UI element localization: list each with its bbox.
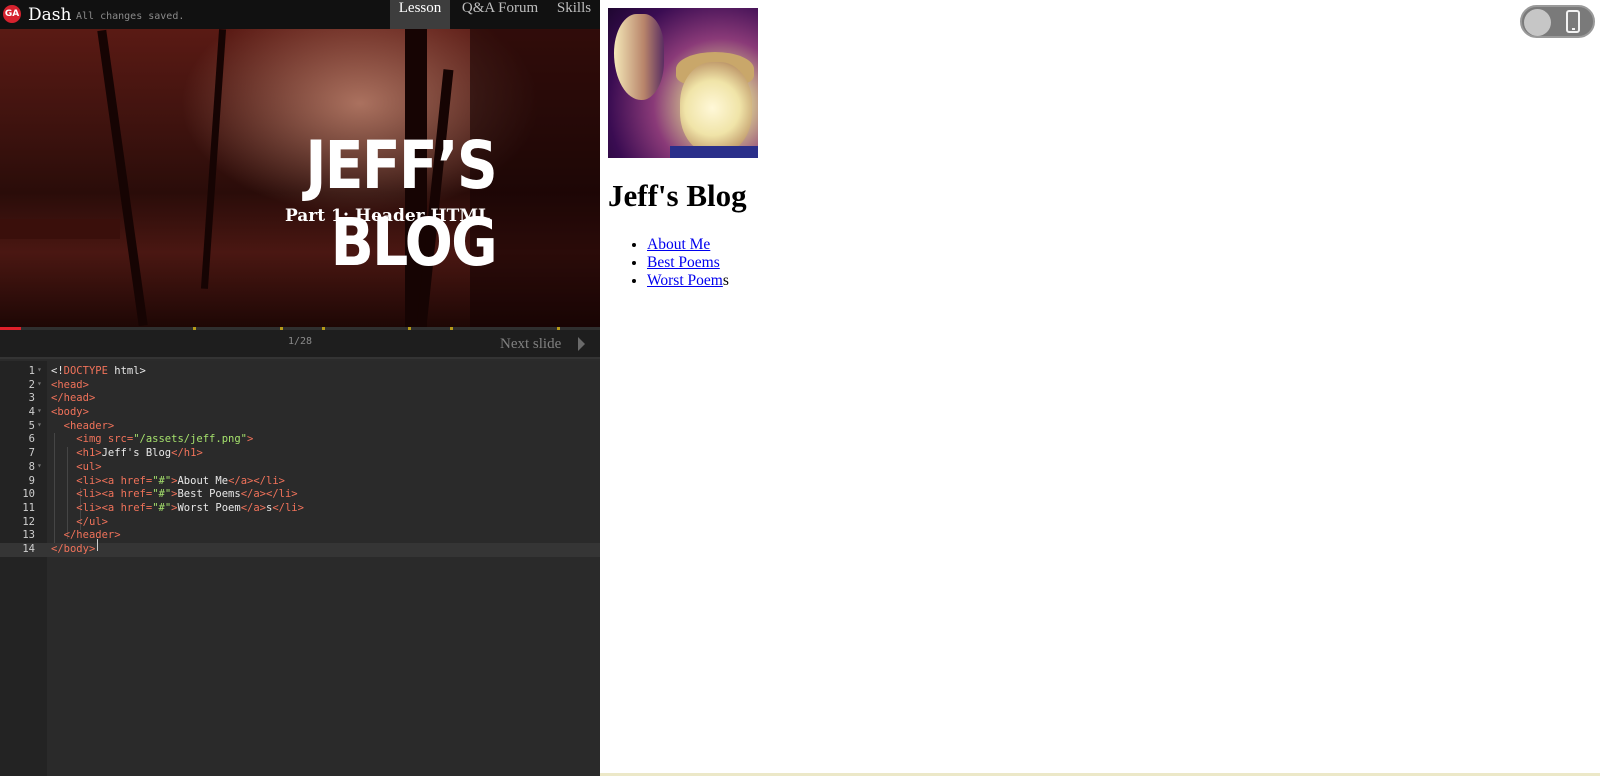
code-text[interactable]: </body> — [51, 543, 95, 555]
progress-marker — [557, 327, 560, 330]
slide-background-tree — [97, 29, 148, 327]
code-text[interactable]: </header> — [51, 529, 121, 541]
code-line[interactable]: 7 <h1>Jeff's Blog</h1> — [0, 447, 600, 461]
fold-arrow-icon[interactable]: ▾ — [37, 420, 42, 429]
code-text[interactable]: <img src="/assets/jeff.png"> — [51, 433, 253, 445]
nav-item-about-me: About Me — [647, 236, 729, 254]
worst-poems-link[interactable]: Worst Poem — [647, 272, 723, 289]
code-line[interactable]: 2 ▾ <head> — [0, 379, 600, 393]
progress-marker — [322, 327, 325, 330]
jeff-photo — [608, 8, 758, 158]
code-line[interactable]: 6 <img src="/assets/jeff.png"> — [0, 433, 600, 447]
tab-qa-forum[interactable]: Q&A Forum — [458, 0, 542, 29]
code-line[interactable]: 9 <li><a href="#">About Me</a></li> — [0, 475, 600, 489]
code-text[interactable]: </ul> — [51, 516, 108, 528]
code-text[interactable]: </head> — [51, 392, 95, 404]
code-line[interactable]: 3 </head> — [0, 392, 600, 406]
preview-heading: Jeff's Blog — [608, 178, 747, 213]
code-text[interactable]: <body> — [51, 406, 89, 418]
line-number: 8 — [28, 460, 35, 473]
slide-subtitle: Part 1: Header HTML — [284, 206, 490, 226]
progress-marker — [408, 327, 411, 330]
device-preview-toggle[interactable] — [1520, 5, 1595, 38]
line-number: 7 — [28, 447, 35, 460]
line-number: 11 — [22, 501, 35, 514]
app-title: Dash — [28, 5, 72, 25]
code-text[interactable]: <li><a href="#">About Me</a></li> — [51, 475, 285, 487]
code-text[interactable]: <header> — [51, 420, 115, 432]
line-number: 14 — [22, 542, 35, 555]
photo-face-profile — [614, 14, 664, 100]
code-text[interactable]: <li><a href="#">Best Poems</a></li> — [51, 488, 297, 500]
code-text[interactable]: <ul> — [51, 461, 101, 473]
tab-skills[interactable]: Skills — [552, 0, 596, 29]
progress-marker — [450, 327, 453, 330]
top-bar: GA Dash All changes saved. Lesson Q&A Fo… — [0, 0, 600, 29]
line-number: 12 — [22, 515, 35, 528]
code-text[interactable]: <h1>Jeff's Blog</h1> — [51, 447, 202, 459]
photo-face-smiling — [680, 62, 752, 154]
line-number: 3 — [28, 392, 35, 405]
code-line[interactable]: 10 <li><a href="#">Best Poems</a></li> — [0, 488, 600, 502]
next-slide-button[interactable]: Next slide — [500, 336, 561, 353]
slide-title: JEFF’S BLOG — [305, 127, 497, 281]
code-line[interactable]: 4 ▾ <body> — [0, 406, 600, 420]
line-number: 1 — [28, 365, 35, 377]
code-line[interactable]: 11 <li><a href="#">Worst Poem</a>s</li> — [0, 502, 600, 516]
preview-nav-list: About Me Best Poems Worst Poems — [647, 236, 729, 290]
line-number: 4 — [28, 406, 35, 419]
code-line[interactable]: 1 ▾ <!DOCTYPE html> — [0, 365, 600, 379]
nav-item-best-poems: Best Poems — [647, 254, 729, 272]
next-arrow-icon[interactable] — [578, 337, 585, 351]
slide-controls: 1/28 Next slide — [0, 327, 600, 359]
fold-arrow-icon[interactable]: ▾ — [37, 461, 42, 470]
line-number: 5 — [28, 419, 35, 432]
code-text[interactable]: <head> — [51, 379, 89, 391]
about-me-link[interactable]: About Me — [647, 236, 710, 253]
code-lines[interactable]: 1 ▾ <!DOCTYPE html> 2 ▾ <head> 3 </head> 4 ▾ <body… — [0, 365, 600, 557]
line-number: 9 — [28, 474, 35, 487]
nav-item-worst-poems: Worst Poems — [647, 272, 729, 290]
slide-background-cars — [0, 219, 120, 239]
slide-progress-fill — [0, 327, 21, 330]
best-poems-link[interactable]: Best Poems — [647, 254, 720, 271]
fold-arrow-icon[interactable]: ▾ — [37, 379, 42, 388]
progress-marker — [193, 327, 196, 330]
tab-lesson[interactable]: Lesson — [390, 0, 450, 29]
photo-shirt — [670, 146, 758, 158]
code-line[interactable]: 8 ▾ <ul> — [0, 461, 600, 475]
code-line[interactable]: 12 </ul> — [0, 516, 600, 530]
slide-progress-bar[interactable] — [0, 327, 600, 330]
code-text[interactable]: <li><a href="#">Worst Poem</a>s</li> — [51, 502, 304, 514]
phone-icon — [1566, 10, 1580, 33]
lesson-pane: GA Dash All changes saved. Lesson Q&A Fo… — [0, 0, 600, 776]
code-line[interactable]: 5 ▾ <header> — [0, 420, 600, 434]
fold-arrow-icon[interactable]: ▾ — [37, 365, 42, 374]
progress-marker — [280, 327, 283, 330]
save-status: All changes saved. — [76, 11, 185, 22]
code-line[interactable]: 14 </body> — [0, 542, 600, 557]
nav-item-tail: s — [722, 272, 729, 289]
line-number: 13 — [22, 529, 35, 542]
fold-arrow-icon[interactable]: ▾ — [37, 406, 42, 415]
line-number: 6 — [28, 433, 35, 446]
toggle-knob — [1524, 9, 1551, 36]
code-editor[interactable]: 1 ▾ <!DOCTYPE html> 2 ▾ <head> 3 </head> 4 ▾ <body… — [0, 361, 600, 776]
code-line[interactable]: 13 </header> — [0, 529, 600, 543]
ga-logo-icon[interactable]: GA — [3, 5, 21, 23]
code-text[interactable]: <!DOCTYPE html> — [51, 365, 146, 377]
text-cursor — [97, 539, 98, 551]
line-number: 10 — [22, 488, 35, 501]
line-number: 2 — [28, 378, 35, 391]
lesson-slide: JEFF’S BLOG Part 1: Header HTML — [0, 29, 600, 327]
preview-pane: Jeff's Blog About Me Best Poems Worst Po… — [600, 0, 1600, 776]
